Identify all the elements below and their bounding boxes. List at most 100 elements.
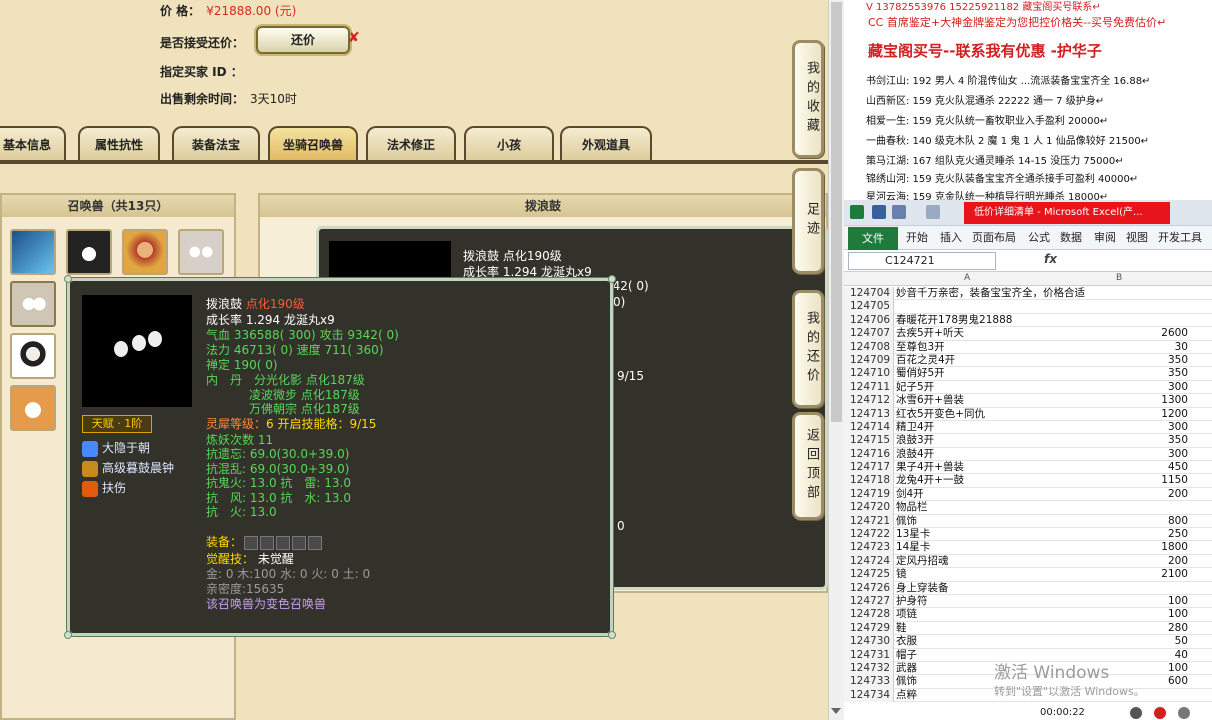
sheet-row[interactable]: 124730 衣服 50 [844, 635, 1212, 649]
menu-page-layout[interactable]: 页面布局 [972, 226, 1016, 250]
cell-a[interactable]: 春暖花开178男鬼21888 [896, 314, 1156, 327]
sheet-row[interactable]: 124711 妃子5开 300 [844, 380, 1212, 395]
save-icon[interactable] [872, 205, 886, 219]
sheet-row[interactable]: 124718 龙兔4开+一鼓 1150 [844, 474, 1212, 488]
tab-appearance[interactable]: 外观道具 [560, 126, 652, 162]
sheet-row[interactable]: 124712 冰雪6开+兽装 1300 [844, 394, 1212, 408]
name-box[interactable]: C124721 [848, 252, 996, 270]
row-number[interactable]: 124734 [844, 688, 894, 703]
nav-footprints[interactable]: 足迹 [792, 168, 824, 274]
sheet-row[interactable]: 124722 13星卡 250 [844, 528, 1212, 542]
pet-avatar[interactable] [10, 229, 56, 275]
column-a-header[interactable]: A [964, 273, 970, 283]
row-number[interactable]: 124727 [844, 594, 894, 609]
sheet-row[interactable]: 124721 佩饰 800 [844, 514, 1212, 529]
cell-b[interactable]: 2100 [1106, 568, 1188, 581]
equip-slot[interactable] [244, 535, 259, 550]
menu-developer[interactable]: 开发工具 [1158, 226, 1202, 250]
sheet-row[interactable]: 124710 蜀俏好5开 350 [844, 367, 1212, 381]
sheet-row[interactable]: 124705 [844, 300, 1212, 314]
skill-item[interactable]: 高级暮鼓晨钟 [82, 459, 174, 479]
sheet-row[interactable]: 124709 百花之灵4开 350 [844, 353, 1212, 368]
scrollbar-thumb[interactable] [831, 2, 842, 422]
tab-kids[interactable]: 小孩 [464, 126, 554, 162]
sheet-row[interactable]: 124728 项链 100 [844, 608, 1212, 622]
cell-b[interactable]: 200 [1106, 555, 1188, 568]
page-scrollbar[interactable] [828, 0, 844, 720]
row-number[interactable]: 124716 [844, 447, 894, 462]
row-number[interactable]: 124713 [844, 407, 894, 421]
skill-item[interactable]: 大隐于朝 [82, 439, 150, 459]
cell-b[interactable]: 450 [1106, 461, 1188, 474]
cell-b[interactable]: 100 [1106, 608, 1188, 621]
pause-icon[interactable] [1130, 707, 1142, 719]
undo-icon[interactable] [892, 205, 906, 219]
row-number[interactable]: 124710 [844, 367, 894, 381]
cell-b[interactable]: 800 [1106, 515, 1188, 528]
pet-avatar[interactable] [178, 229, 224, 275]
cell-b[interactable]: 40 [1106, 649, 1188, 662]
nav-back-to-top[interactable]: 返回顶部 [792, 412, 824, 520]
cell-a[interactable]: 妙音千万亲密，装备宝宝齐全，价格合适 [896, 287, 1156, 300]
cell-b[interactable]: 300 [1106, 421, 1188, 434]
cell-b[interactable]: 100 [1106, 595, 1188, 608]
cell-a[interactable]: 身上穿装备 [896, 582, 1156, 595]
counter-offer-button[interactable]: 还价 [256, 26, 350, 54]
pet-avatar-selected[interactable] [10, 281, 56, 327]
row-number[interactable]: 124723 [844, 541, 894, 555]
cell-b[interactable]: 1800 [1106, 541, 1188, 554]
sheet-row[interactable]: 124704 妙音千万亲密，装备宝宝齐全，价格合适 [844, 287, 1212, 301]
row-number[interactable]: 124730 [844, 635, 894, 649]
menu-home[interactable]: 开始 [906, 226, 928, 250]
equip-slot[interactable] [260, 535, 275, 550]
stop-icon[interactable] [1154, 707, 1166, 719]
row-number[interactable]: 124706 [844, 313, 894, 328]
sheet-row[interactable]: 124726 身上穿装备 [844, 581, 1212, 595]
row-number[interactable]: 124718 [844, 474, 894, 488]
cell-b[interactable]: 30 [1106, 341, 1188, 354]
row-number[interactable]: 124731 [844, 648, 894, 662]
cell-b[interactable]: 250 [1106, 528, 1188, 541]
cell-b[interactable]: 280 [1106, 622, 1188, 635]
sheet-row[interactable]: 124724 定风丹招魂 200 [844, 554, 1212, 569]
sheet-row[interactable]: 124727 护身符 100 [844, 594, 1212, 609]
row-number[interactable]: 124712 [844, 394, 894, 408]
sheet-row[interactable]: 124708 至尊包3开 30 [844, 340, 1212, 354]
cell-b[interactable]: 1150 [1106, 474, 1188, 487]
row-number[interactable]: 124720 [844, 501, 894, 515]
nav-my-counter-offers[interactable]: 我的还价 [792, 290, 824, 408]
equip-slot[interactable] [292, 535, 307, 550]
row-number[interactable]: 124719 [844, 487, 894, 502]
row-number[interactable]: 124733 [844, 675, 894, 689]
cell-b[interactable]: 300 [1106, 381, 1188, 394]
skill-item[interactable]: 扶伤 [82, 479, 126, 499]
tab-spell-mods[interactable]: 法术修正 [366, 126, 456, 162]
menu-view[interactable]: 视图 [1126, 226, 1148, 250]
file-tab[interactable]: 文件 [848, 227, 898, 250]
cell-b[interactable]: 300 [1106, 448, 1188, 461]
row-number[interactable]: 124711 [844, 380, 894, 395]
sheet-row[interactable]: 124714 精卫4开 300 [844, 420, 1212, 435]
tab-attributes[interactable]: 属性抗性 [78, 126, 160, 162]
menu-insert[interactable]: 插入 [940, 226, 962, 250]
tab-equipment[interactable]: 装备法宝 [172, 126, 260, 162]
redo-icon[interactable] [926, 205, 940, 219]
row-number[interactable]: 124704 [844, 287, 894, 301]
row-number[interactable]: 124715 [844, 434, 894, 448]
row-number[interactable]: 124714 [844, 420, 894, 435]
row-number[interactable]: 124728 [844, 608, 894, 622]
cell-b[interactable]: 50 [1106, 635, 1188, 648]
cell-b[interactable]: 2600 [1106, 327, 1188, 340]
cell-b[interactable]: 1200 [1106, 408, 1188, 421]
sheet-row[interactable]: 124717 果子4开+兽装 450 [844, 461, 1212, 475]
tab-basic-info[interactable]: 基本信息 [0, 126, 66, 162]
settings-icon[interactable] [1178, 707, 1190, 719]
sheet-row[interactable]: 124715 浪鼓3开 350 [844, 434, 1212, 448]
row-number[interactable]: 124724 [844, 554, 894, 569]
sheet-row[interactable]: 124719 剑4开 200 [844, 487, 1212, 502]
sheet-row[interactable]: 124706 春暖花开178男鬼21888 [844, 313, 1212, 328]
pet-avatar[interactable] [122, 229, 168, 275]
cell-b[interactable]: 350 [1106, 434, 1188, 447]
cell-b[interactable]: 100 [1106, 662, 1188, 675]
sheet-row[interactable]: 124707 去疾5开+听天 2600 [844, 327, 1212, 341]
